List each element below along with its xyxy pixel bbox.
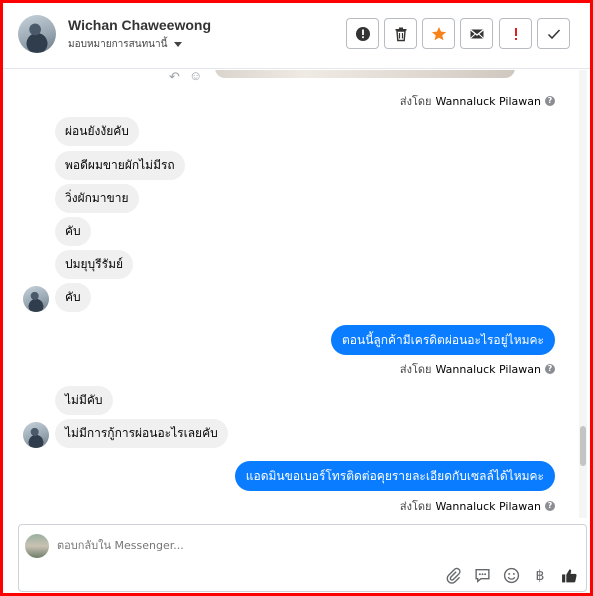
emoji-icon[interactable]: [502, 566, 520, 584]
help-icon[interactable]: ?: [545, 96, 555, 106]
assign-conversation-dropdown[interactable]: มอบหมายการสนทนานี้: [68, 37, 183, 52]
incoming-message[interactable]: ผ่อนยังงัยคับ: [55, 117, 139, 146]
contact-name[interactable]: Wichan Chaweewong: [68, 17, 211, 33]
outgoing-message[interactable]: แอดมินขอเบอร์โทรติดต่อคุยรายละเอียดกับเซ…: [234, 461, 555, 491]
scrollbar-thumb[interactable]: [580, 426, 586, 466]
contact-avatar-small[interactable]: [23, 422, 49, 448]
sent-by-row: ส่งโดย Wannaluck Pilawan ?: [400, 92, 555, 110]
reply-icon[interactable]: ↶: [169, 70, 180, 85]
paperclip-icon[interactable]: [444, 566, 462, 584]
incoming-message[interactable]: วิ่งผักมาขาย: [55, 184, 139, 213]
mail-icon: [469, 28, 484, 38]
conversation-header: Wichan Chaweewong มอบหมายการสนทนานี้: [3, 3, 590, 69]
alert-button[interactable]: [346, 18, 379, 49]
sent-by-row: ส่งโดย Wannaluck Pilawan ?: [400, 497, 555, 515]
sent-by-label: ส่งโดย: [399, 95, 432, 108]
caret-down-icon: [174, 42, 183, 47]
reply-input[interactable]: [57, 539, 457, 552]
page-avatar: [25, 534, 49, 558]
star-button[interactable]: [422, 18, 455, 49]
incoming-message[interactable]: ปมยุบุรีรัมย์: [55, 250, 134, 279]
incoming-message[interactable]: ไม่มีการกู้การผ่อนอะไรเลยคับ: [55, 419, 228, 448]
alert-circle-icon: [355, 26, 370, 41]
sender-name: Wannaluck Pilawan: [435, 94, 542, 108]
check-icon: [547, 28, 560, 39]
contact-avatar[interactable]: [18, 15, 56, 53]
trash-icon: [395, 27, 406, 41]
baht-icon[interactable]: ฿: [531, 566, 549, 584]
incoming-message[interactable]: พอดีผมขายผักไม่มีรถ: [55, 151, 185, 180]
incoming-message[interactable]: ไม่มีคับ: [55, 386, 113, 415]
assign-label: มอบหมายการสนทนานี้: [68, 39, 168, 50]
sender-name: Wannaluck Pilawan: [435, 499, 542, 513]
reaction-icon[interactable]: ☺: [189, 70, 202, 83]
image-attachment[interactable]: [215, 70, 515, 78]
reply-composer: ฿: [18, 524, 587, 592]
delete-button[interactable]: [384, 18, 417, 49]
incoming-message[interactable]: คับ: [55, 283, 91, 312]
help-icon[interactable]: ?: [545, 364, 555, 374]
mark-important-button[interactable]: [499, 18, 532, 49]
incoming-message[interactable]: คับ: [55, 217, 91, 246]
mark-done-button[interactable]: [537, 18, 570, 49]
mail-button[interactable]: [460, 18, 493, 49]
like-icon[interactable]: [560, 566, 578, 584]
sent-by-label: ส่งโดย: [399, 363, 432, 376]
star-icon: [431, 26, 446, 40]
composer-toolbar: ฿: [444, 566, 578, 584]
contact-avatar-small[interactable]: [23, 286, 49, 312]
exclamation-icon: [514, 27, 517, 40]
chat-icon[interactable]: [473, 566, 491, 584]
outgoing-message[interactable]: ตอนนี้ลูกค้ามีเครดิตผ่อนอะไรอยู่ไหมคะ: [330, 325, 555, 355]
sent-by-row: ส่งโดย Wannaluck Pilawan ?: [400, 360, 555, 378]
message-thread[interactable]: ↶ ☺ ส่งโดย Wannaluck Pilawan ? ผ่อนยังงั…: [3, 70, 590, 518]
sent-by-label: ส่งโดย: [399, 500, 432, 513]
help-icon[interactable]: ?: [545, 501, 555, 511]
sender-name: Wannaluck Pilawan: [435, 362, 542, 376]
